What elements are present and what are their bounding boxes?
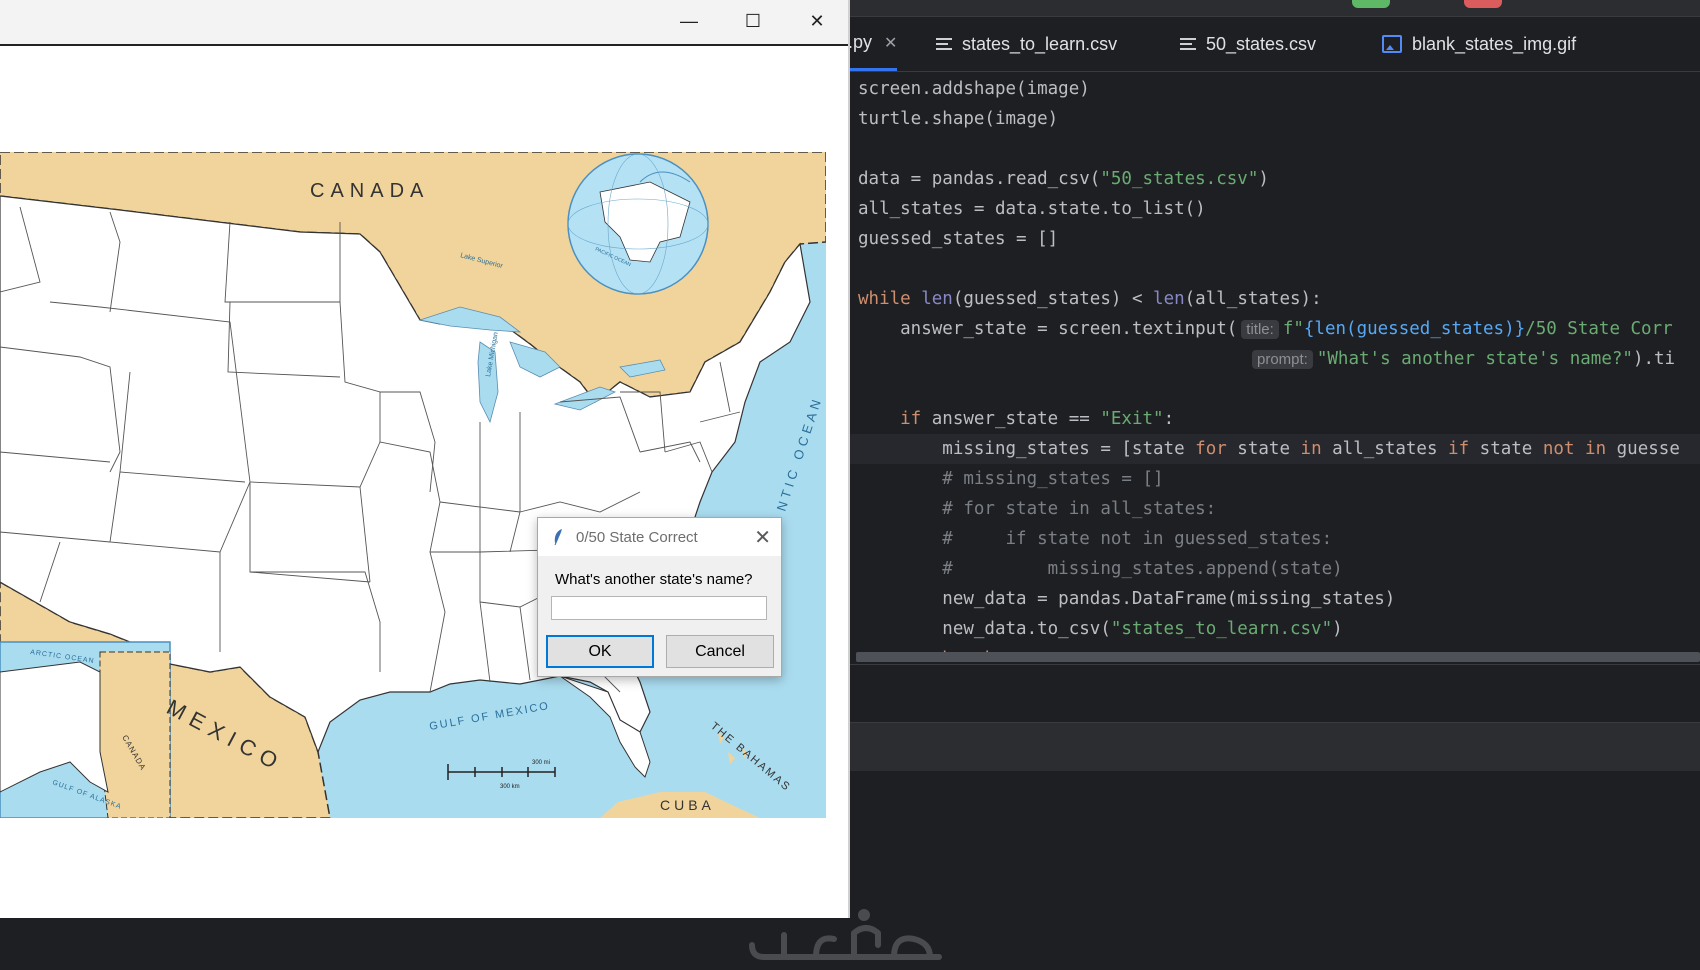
us-states-map[interactable]: CANADA MEXICO GULF OF MEXICO NTIC OCEAN … <box>0 152 826 818</box>
state-name-input[interactable] <box>551 596 767 620</box>
code-area[interactable]: screen.addshape(image) turtle.shape(imag… <box>848 72 1700 662</box>
code-line-comment: # missing_states.append(state) <box>858 559 1343 579</box>
status-panel <box>848 722 1700 771</box>
code-line: turtle.shape(image) <box>858 109 1059 129</box>
editor-tab-bar: .py ✕ states_to_learn.csv 50_states.csv … <box>848 17 1700 72</box>
ide-toolbar <box>848 0 1700 17</box>
tab-label: 50_states.csv <box>1206 33 1317 54</box>
map-label-cuba: CUBA <box>660 797 715 813</box>
bottom-panel <box>848 664 1700 723</box>
text-file-icon <box>936 37 952 51</box>
tab-label: states_to_learn.csv <box>962 33 1118 54</box>
close-icon[interactable]: ✕ <box>884 33 897 53</box>
tab-main-py[interactable]: .py ✕ <box>848 17 898 71</box>
code-line: data = pandas.read_csv("50_states.csv") <box>858 169 1269 189</box>
dialog-prompt: What's another state's name? <box>555 571 753 588</box>
code-line-comment: # missing_states = [] <box>858 469 1164 489</box>
stop-indicator[interactable] <box>1464 0 1502 8</box>
scale-label-mi: 300 mi <box>532 760 550 766</box>
dialog-title-bar: 0/50 State Correct ✕ <box>538 518 781 556</box>
text-file-icon <box>1180 37 1196 51</box>
close-icon: ✕ <box>809 10 825 31</box>
code-line-comment: # if state not in guessed_states: <box>858 529 1333 549</box>
code-line: prompt: "What's another state's name?").t… <box>1248 344 1675 374</box>
horizontal-scrollbar[interactable] <box>856 652 1700 662</box>
turtle-graphics-window: — ☐ ✕ CANADA MEXICO GULF OF MEXICO NTIC … <box>0 0 850 918</box>
cancel-button[interactable]: Cancel <box>666 635 774 668</box>
image-file-icon <box>1382 35 1402 53</box>
ok-button[interactable]: OK <box>546 635 654 668</box>
text-input-dialog: 0/50 State Correct ✕ What's another stat… <box>537 517 782 677</box>
tab-label: blank_states_img.gif <box>1412 33 1577 54</box>
tab-50-states-csv[interactable]: 50_states.csv <box>1180 17 1316 71</box>
maximize-icon: ☐ <box>744 10 762 31</box>
minimize-icon: — <box>680 10 698 31</box>
close-icon[interactable]: ✕ <box>754 525 771 550</box>
run-indicator[interactable] <box>1352 0 1390 8</box>
map-label-canada: CANADA <box>310 180 429 202</box>
window-title-bar: — ☐ ✕ <box>0 0 848 45</box>
code-editor-window: .py ✕ states_to_learn.csv 50_states.csv … <box>848 0 1700 970</box>
maximize-button[interactable]: ☐ <box>730 4 776 38</box>
tab-blank-states-img-gif[interactable]: blank_states_img.gif <box>1382 17 1576 71</box>
scale-label-km: 300 km <box>500 784 520 790</box>
code-line-current: missing_states = [state for state in all… <box>848 434 1700 464</box>
code-line: answer_state = screen.textinput(title: f"… <box>858 319 1673 339</box>
close-button[interactable]: ✕ <box>794 4 840 38</box>
minimize-button[interactable]: — <box>666 4 712 38</box>
code-line-comment: # for state in all_states: <box>858 499 1217 519</box>
tab-label: .py <box>848 32 873 52</box>
canvas-border <box>0 44 848 46</box>
parameter-hint: title: <box>1241 320 1279 339</box>
dialog-title: 0/50 State Correct <box>576 529 698 546</box>
feather-icon <box>554 529 562 546</box>
tab-states-to-learn-csv[interactable]: states_to_learn.csv <box>936 17 1117 71</box>
code-line: while len(guessed_states) < len(all_stat… <box>858 289 1322 309</box>
parameter-hint: prompt: <box>1252 350 1313 369</box>
code-line: guessed_states = [] <box>858 229 1059 249</box>
code-line: if answer_state == "Exit": <box>858 409 1175 429</box>
code-line: all_states = data.state.to_list() <box>858 199 1206 219</box>
code-line: new_data = pandas.DataFrame(missing_stat… <box>858 589 1396 609</box>
khamsat-watermark-logo <box>749 909 942 960</box>
canada-inset-region <box>99 651 171 818</box>
code-line: screen.addshape(image) <box>858 79 1090 99</box>
code-line: new_data.to_csv("states_to_learn.csv") <box>858 619 1343 639</box>
